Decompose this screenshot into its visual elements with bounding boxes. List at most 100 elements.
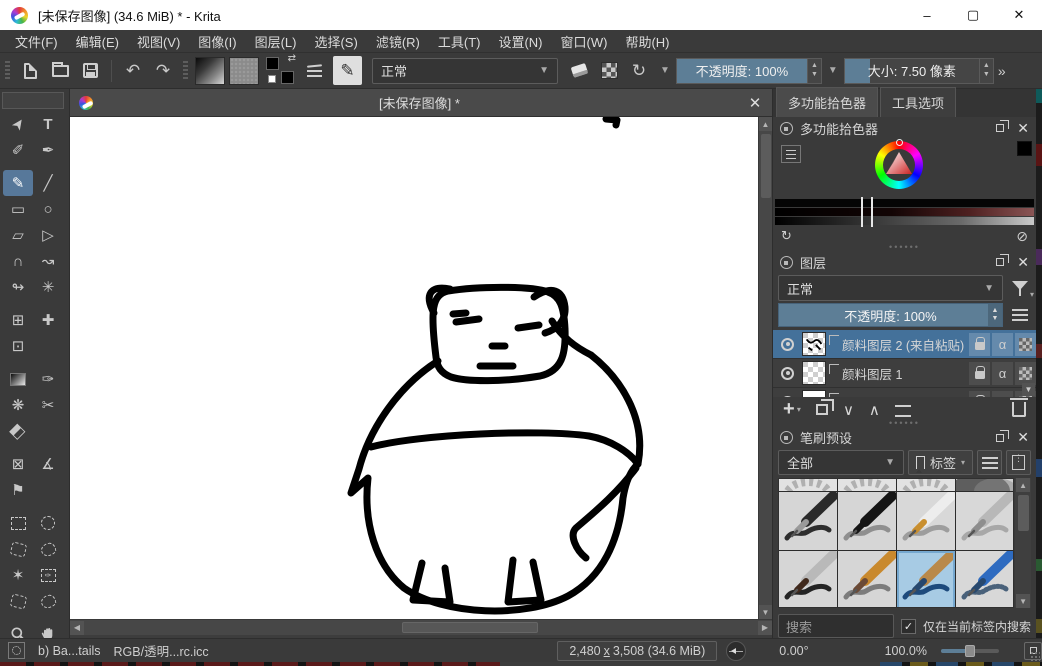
layer-inherit-alpha-icon[interactable] <box>1015 362 1036 385</box>
measure-tool[interactable]: ∡ <box>33 451 63 477</box>
tag-button[interactable]: 标签 ▾ <box>908 450 973 475</box>
layer-opacity-spinner[interactable]: ▲▼ <box>988 304 1002 326</box>
toolbar-overflow-button[interactable]: » <box>998 63 1006 79</box>
new-document-button[interactable] <box>15 56 45 86</box>
chevron-down-icon[interactable]: ▼ <box>828 65 838 76</box>
minimize-button[interactable]: – <box>904 0 950 30</box>
toolbar-grip[interactable] <box>183 61 188 81</box>
layer-options-button[interactable] <box>1009 304 1031 326</box>
freehand-select-tool[interactable] <box>33 536 63 562</box>
gradient-swatch-button[interactable] <box>195 57 225 85</box>
lock-docker-icon[interactable] <box>780 256 793 269</box>
bezier-select-tool[interactable]: ✑ <box>33 562 63 588</box>
menu-item[interactable]: 滤镜(R) <box>367 32 429 51</box>
preset-scrollbar[interactable]: ▲ ▼ <box>1015 478 1031 608</box>
opacity-slider[interactable]: 不透明度: 100% <box>676 58 808 84</box>
maximize-button[interactable]: ▢ <box>950 0 996 30</box>
scroll-down-icon[interactable]: ▼ <box>759 605 773 619</box>
layer-row[interactable]: 背景α <box>773 388 1036 397</box>
open-document-button[interactable] <box>45 56 75 86</box>
contiguous-select-tool[interactable] <box>3 588 33 614</box>
toolbox-handle[interactable] <box>2 92 64 109</box>
chevron-down-icon[interactable]: ▼ <box>660 65 670 76</box>
window-resize-grip[interactable] <box>1030 651 1040 661</box>
scroll-up-icon[interactable]: ▲ <box>759 117 773 131</box>
zoom-slider[interactable] <box>941 649 999 653</box>
current-brush-name[interactable]: b) Ba...tails <box>38 644 101 658</box>
move-layer-up-button[interactable]: ∧ <box>869 401 880 419</box>
duplicate-layer-button[interactable] <box>816 404 828 415</box>
layer-visibility-icon[interactable] <box>781 367 794 380</box>
current-color-swatch[interactable] <box>1017 141 1032 156</box>
preset-view-menu-button[interactable] <box>977 450 1002 475</box>
polyline-tool[interactable]: ▷ <box>33 222 63 248</box>
selection-mode-icon[interactable] <box>8 642 25 659</box>
brush-preset-eraser[interactable] <box>897 478 955 491</box>
crop-tool[interactable]: ⊡ <box>3 333 33 359</box>
pattern-edit-tool[interactable]: ❋ <box>3 392 33 418</box>
layer-filter-icon[interactable]: ▾ <box>1009 277 1031 299</box>
layer-thumbnail[interactable] <box>802 332 826 356</box>
value-bar[interactable] <box>775 199 1034 207</box>
gradient-tool[interactable] <box>3 366 33 392</box>
brush-preset-brush-dark[interactable] <box>779 551 837 608</box>
canvas-rotation-dial[interactable] <box>726 641 746 661</box>
brush-preset-brush-orange[interactable] <box>838 551 896 608</box>
rectangle-tool[interactable]: ▭ <box>3 196 33 222</box>
layer-alpha-lock-icon[interactable]: α <box>992 333 1013 356</box>
menu-item[interactable]: 帮助(H) <box>616 32 678 51</box>
preserve-alpha-button[interactable] <box>594 56 624 86</box>
delete-layer-button[interactable] <box>1012 402 1026 417</box>
enclose-fill-tool[interactable]: ⊠ <box>3 451 33 477</box>
hsv-triangle[interactable] <box>883 149 915 181</box>
lightness-bar[interactable] <box>775 217 1034 225</box>
float-docker-icon[interactable] <box>996 434 1004 442</box>
lock-docker-icon[interactable] <box>780 431 793 444</box>
reference-images-tool[interactable]: ⚑ <box>3 477 33 503</box>
brush-option-list-button[interactable] <box>299 56 329 86</box>
docker-tab[interactable]: 多功能拾色器 <box>776 87 878 117</box>
menu-item[interactable]: 视图(V) <box>128 32 189 51</box>
scope-checkbox[interactable]: ✓ <box>901 619 916 634</box>
fill-tool[interactable]: ◧ <box>3 418 33 444</box>
move-layer-down-button[interactable]: ∨ <box>843 401 854 419</box>
layer-row[interactable]: 颜料图层 1α <box>773 359 1036 388</box>
lock-docker-icon[interactable] <box>780 122 793 135</box>
vertical-scroll-thumb[interactable] <box>761 134 771 198</box>
brush-preset-pen-black[interactable] <box>779 492 837 550</box>
brush-preset-pen-silver[interactable] <box>956 492 1014 550</box>
dynamic-brush-tool[interactable]: ↬ <box>3 274 33 300</box>
brush-preset-pen-gold[interactable] <box>897 492 955 550</box>
bar-cursor[interactable] <box>861 197 873 227</box>
blending-mode-dropdown[interactable]: 正常 ▼ <box>372 58 558 84</box>
freehand-path-tool[interactable]: ↝ <box>33 248 63 274</box>
menu-item[interactable]: 窗口(W) <box>552 32 617 51</box>
layer-lock-icon[interactable] <box>969 391 990 397</box>
preset-detail-view-button[interactable] <box>1006 450 1031 475</box>
scroll-up-icon[interactable]: ▲ <box>1016 478 1030 492</box>
menu-item[interactable]: 图像(I) <box>189 32 245 51</box>
edit-brush-settings-button[interactable]: ✎ <box>333 56 362 85</box>
docker-tab[interactable]: 工具选项 <box>880 87 956 117</box>
ellipse-select-tool[interactable] <box>33 510 63 536</box>
layer-inherit-alpha-icon[interactable] <box>1015 333 1036 356</box>
magnetic-select-tool[interactable] <box>33 588 63 614</box>
horizontal-scroll-thumb[interactable] <box>402 622 538 633</box>
preset-search-input[interactable]: 搜索 <box>778 614 894 638</box>
polygon-select-tool[interactable] <box>3 536 33 562</box>
foreground-background-colors[interactable]: ⇄ <box>265 56 295 86</box>
layer-row[interactable]: 颜料图层 2 (来自粘贴)α <box>773 330 1036 359</box>
saturation-bar[interactable] <box>775 208 1034 216</box>
opacity-spinner[interactable]: ▲▼ <box>808 58 822 84</box>
menu-item[interactable]: 编辑(E) <box>67 32 128 51</box>
close-button[interactable]: ✕ <box>996 0 1042 30</box>
layer-thumbnail[interactable] <box>802 361 826 385</box>
scroll-left-icon[interactable]: ◀ <box>70 621 84 635</box>
color-sampler-tool[interactable]: ✑ <box>33 366 63 392</box>
canvas[interactable] <box>70 117 758 619</box>
layer-alpha-lock-icon[interactable]: α <box>992 391 1013 397</box>
undo-button[interactable]: ↶ <box>118 56 148 86</box>
layer-visibility-icon[interactable] <box>781 396 794 397</box>
menu-item[interactable]: 文件(F) <box>6 32 67 51</box>
layer-blend-mode-dropdown[interactable]: 正常 ▼ <box>778 275 1003 301</box>
